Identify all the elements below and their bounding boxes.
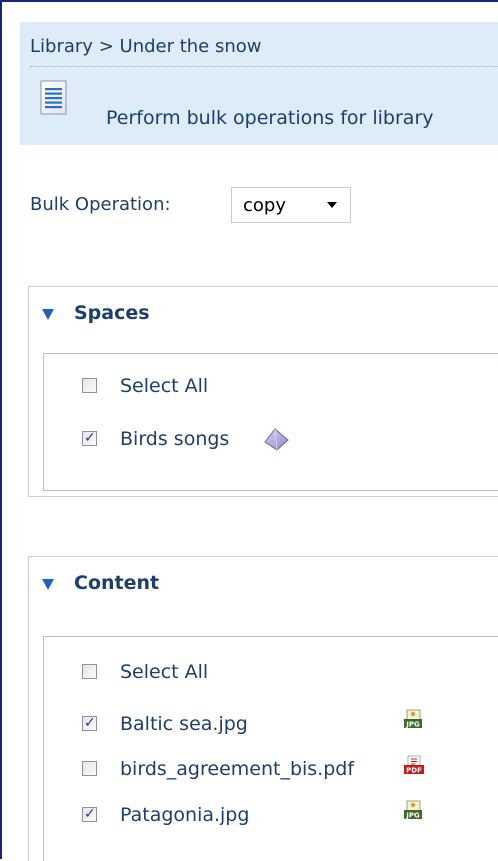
spaces-list: Select All ✓ Birds songs <box>43 353 498 491</box>
bulk-operation-label: Bulk Operation: <box>30 194 171 215</box>
content-list: Select All ✓ Baltic sea.jpg JPG birds_ag… <box>43 636 498 861</box>
space-item-label[interactable]: Birds songs <box>120 428 229 450</box>
bulk-operation-select[interactable]: copy <box>231 187 351 223</box>
content-item-checkbox[interactable]: ✓ <box>82 806 97 822</box>
header-divider <box>30 66 498 67</box>
svg-text:JPG: JPG <box>405 721 420 729</box>
bulk-operation-value: copy <box>243 195 286 216</box>
spaces-panel: Spaces Select All ✓ Birds songs <box>28 286 498 497</box>
space-item-checkbox[interactable]: ✓ <box>82 430 97 446</box>
breadcrumb-current[interactable]: Under the snow <box>120 36 262 57</box>
spaces-select-all-label[interactable]: Select All <box>120 375 208 397</box>
breadcrumb-separator: > <box>98 36 114 57</box>
svg-text:JPG: JPG <box>405 812 420 820</box>
content-item-label[interactable]: Patagonia.jpg <box>120 804 249 826</box>
collapse-triangle-icon[interactable] <box>42 309 54 320</box>
content-panel: Content Select All ✓ Baltic sea.jpg JPG … <box>28 556 498 861</box>
spaces-panel-title: Spaces <box>74 302 150 324</box>
collapse-triangle-icon[interactable] <box>42 579 54 590</box>
pdf-file-icon: PDF <box>404 755 424 775</box>
chevron-down-icon <box>327 202 337 208</box>
content-panel-title: Content <box>74 572 160 594</box>
content-select-all-checkbox[interactable] <box>82 664 97 679</box>
breadcrumb-library-link[interactable]: Library <box>30 36 93 57</box>
document-icon <box>40 80 67 115</box>
spaces-select-all-checkbox[interactable] <box>82 378 97 393</box>
space-icon <box>264 428 289 451</box>
svg-text:PDF: PDF <box>406 767 422 775</box>
jpg-file-icon: JPG <box>404 709 422 729</box>
content-item-checkbox[interactable] <box>82 761 97 776</box>
content-select-all-label[interactable]: Select All <box>120 661 208 683</box>
page-header: Library > Under the snow Perform bulk op… <box>20 22 498 145</box>
page-frame: Library > Under the snow Perform bulk op… <box>0 0 498 861</box>
content-item-label[interactable]: Baltic sea.jpg <box>120 713 248 735</box>
breadcrumb: Library > Under the snow <box>30 36 262 57</box>
content-panel-header[interactable]: Content <box>29 557 498 615</box>
content-item-checkbox[interactable]: ✓ <box>82 715 97 731</box>
spaces-panel-header[interactable]: Spaces <box>29 287 498 345</box>
page-description: Perform bulk operations for library <box>106 107 434 129</box>
content-item-label[interactable]: birds_agreement_bis.pdf <box>120 758 354 780</box>
jpg-file-icon: JPG <box>404 800 422 820</box>
